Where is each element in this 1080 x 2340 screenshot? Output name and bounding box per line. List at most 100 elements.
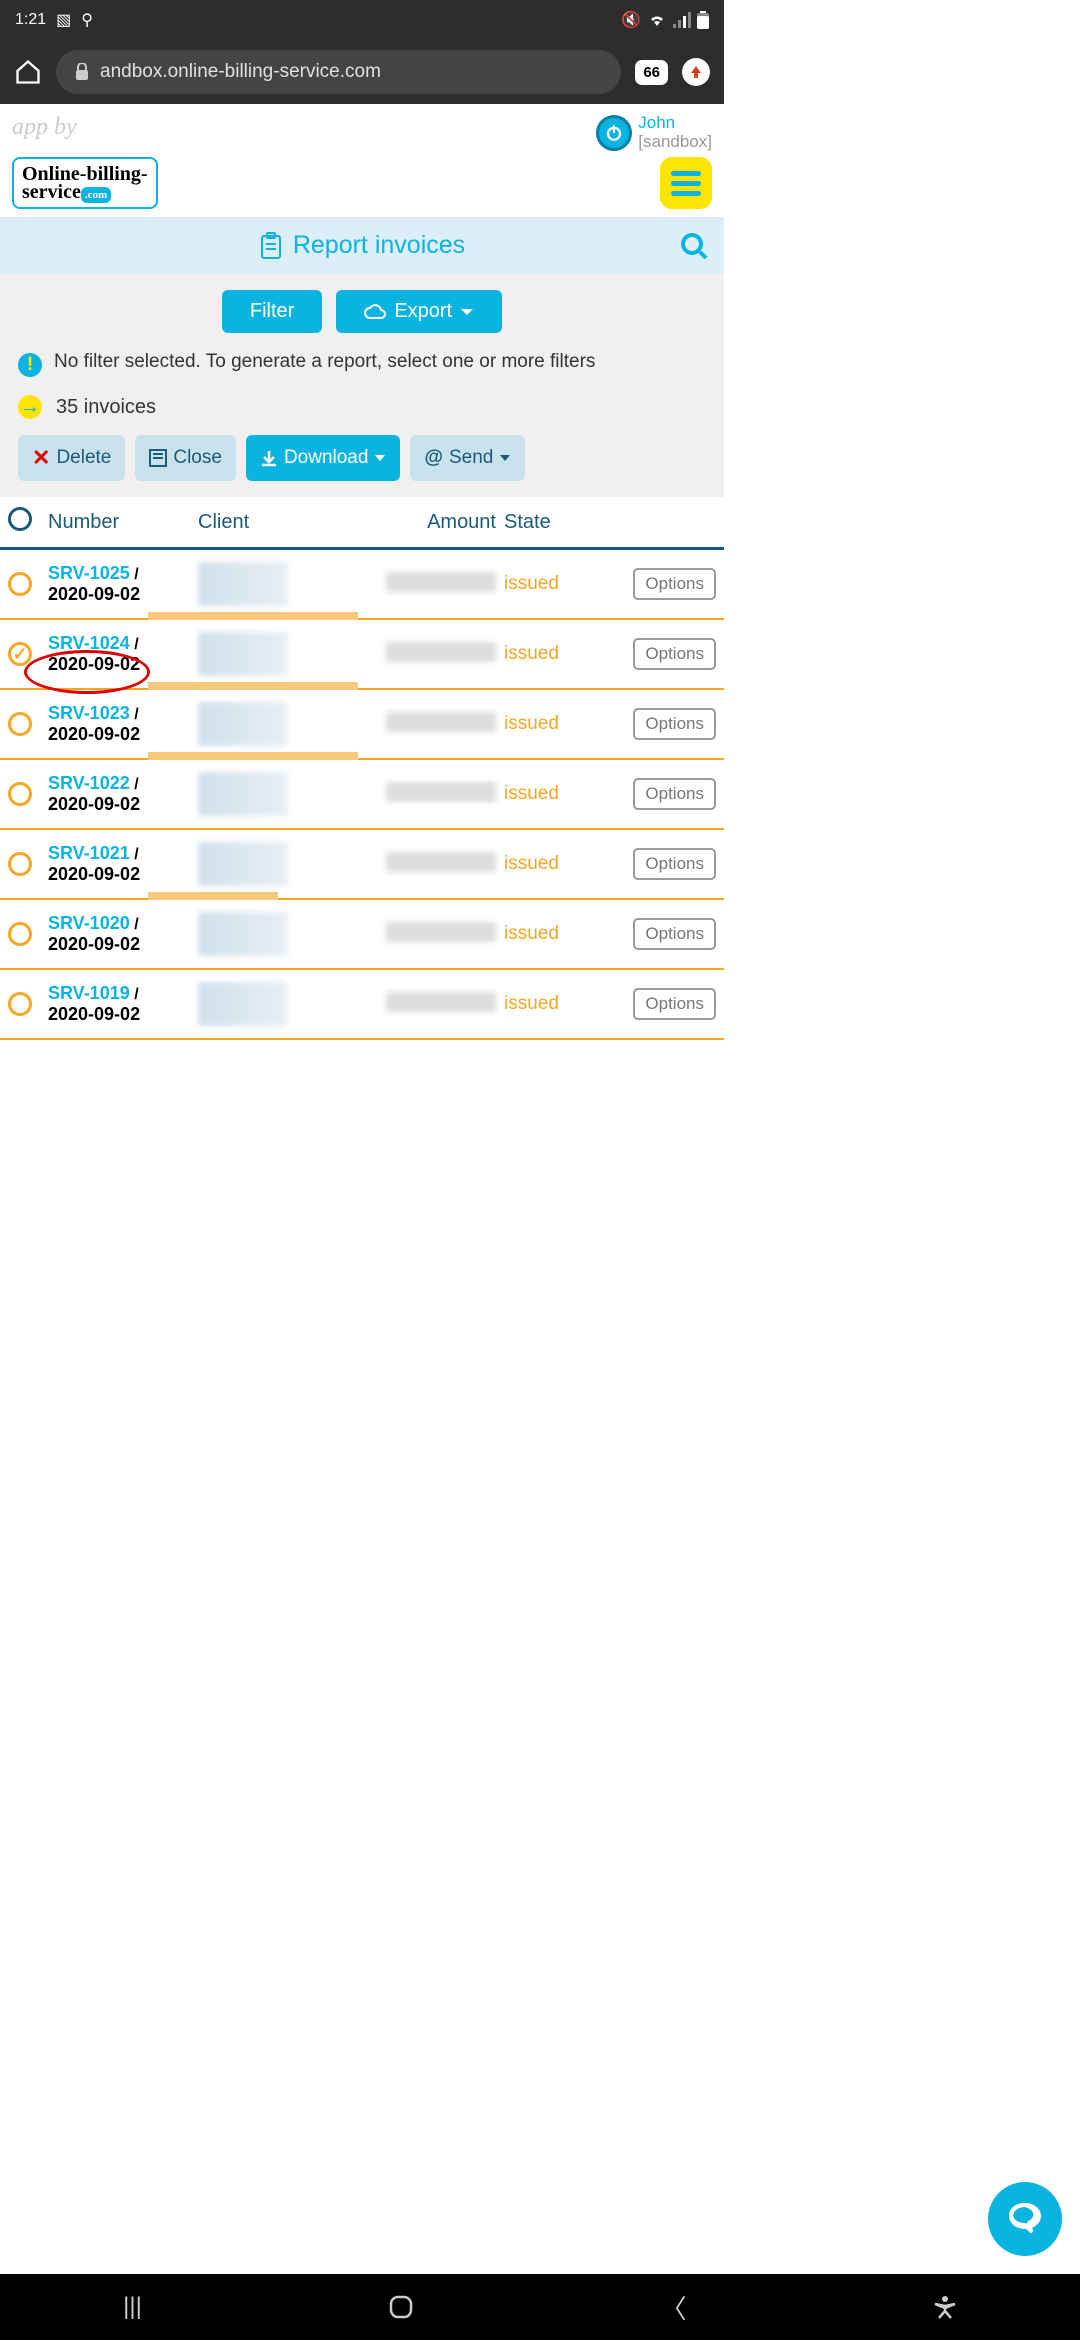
row-checkbox[interactable]	[8, 922, 32, 946]
invoice-number[interactable]: SRV-1025	[48, 563, 130, 583]
cloud-icon	[364, 304, 386, 320]
state-value: issued	[504, 713, 559, 734]
content-area: Filter Export ! No filter selected. To g…	[0, 274, 724, 497]
amount-value	[386, 642, 496, 662]
chevron-down-icon	[460, 307, 474, 317]
row-checkbox[interactable]	[8, 992, 32, 1016]
url-bar[interactable]: andbox.online-billing-service.com	[56, 50, 621, 94]
export-button[interactable]: Export	[336, 290, 502, 333]
download-icon	[260, 449, 278, 467]
x-icon: ✕	[32, 445, 50, 471]
browser-chrome: andbox.online-billing-service.com 66	[0, 40, 724, 104]
state-value: issued	[504, 993, 559, 1014]
table-row[interactable]: SRV-1021 / 2020-09-02 issued Options	[0, 830, 724, 900]
options-button[interactable]: Options	[633, 988, 716, 1020]
invoice-number[interactable]: SRV-1023	[48, 703, 130, 723]
accessibility-button[interactable]	[933, 2295, 957, 2319]
delete-button[interactable]: ✕ Delete	[18, 435, 125, 481]
col-number[interactable]: Number	[48, 511, 198, 534]
amount-value	[386, 852, 496, 872]
table-row[interactable]: SRV-1019 / 2020-09-02 issued Options	[0, 970, 724, 1040]
col-state[interactable]: State	[504, 511, 594, 534]
info-icon: !	[18, 353, 42, 377]
user-env: [sandbox]	[638, 133, 712, 152]
invoice-date: 2020-09-02	[48, 794, 140, 814]
options-button[interactable]: Options	[633, 708, 716, 740]
invoice-number[interactable]: SRV-1020	[48, 913, 130, 933]
recents-button[interactable]: |||	[123, 2293, 142, 2321]
filter-info: ! No filter selected. To generate a repo…	[18, 351, 706, 377]
table-row[interactable]: SRV-1025 / 2020-09-02 issued Options	[0, 550, 724, 620]
client-name	[198, 632, 288, 676]
menu-button[interactable]	[660, 157, 712, 209]
state-value: issued	[504, 853, 559, 874]
invoice-date: 2020-09-02	[48, 654, 140, 674]
search-icon[interactable]	[680, 232, 708, 260]
options-button[interactable]: Options	[633, 848, 716, 880]
page-title-bar: Report invoices	[0, 217, 724, 274]
invoice-date: 2020-09-02	[48, 1004, 140, 1024]
row-checkbox[interactable]	[8, 572, 32, 596]
invoice-number[interactable]: SRV-1022	[48, 773, 130, 793]
invoice-number[interactable]: SRV-1024	[48, 633, 130, 653]
progress-bar	[148, 682, 358, 690]
status-bar: 1:21 ▧ ⚲ 🔇	[0, 0, 724, 40]
state-value: issued	[504, 923, 559, 944]
options-button[interactable]: Options	[633, 918, 716, 950]
table-row[interactable]: SRV-1022 / 2020-09-02 issued Options	[0, 760, 724, 830]
row-checkbox[interactable]	[8, 642, 32, 666]
battery-icon	[697, 11, 709, 29]
amount-value	[386, 782, 496, 802]
state-value: issued	[504, 573, 559, 594]
client-name	[198, 562, 288, 606]
at-icon: @	[424, 447, 443, 469]
table-row[interactable]: SRV-1024 / 2020-09-02 issued Options	[0, 620, 724, 690]
client-name	[198, 982, 288, 1026]
chevron-down-icon	[374, 454, 386, 462]
row-checkbox[interactable]	[8, 852, 32, 876]
table-row[interactable]: SRV-1023 / 2020-09-02 issued Options	[0, 690, 724, 760]
close-button[interactable]: Close	[135, 435, 236, 481]
progress-bar	[148, 892, 278, 900]
table-header: Number Client Amount State	[0, 497, 724, 550]
url-text: andbox.online-billing-service.com	[100, 61, 381, 83]
client-name	[198, 842, 288, 886]
row-checkbox[interactable]	[8, 712, 32, 736]
amount-value	[386, 572, 496, 592]
col-client[interactable]: Client	[198, 511, 354, 534]
android-nav: ||| 〈	[0, 2274, 1080, 2340]
back-button[interactable]: 〈	[660, 2289, 686, 2326]
filter-button[interactable]: Filter	[222, 290, 322, 333]
logo[interactable]: Online-billing- service.com	[12, 157, 158, 209]
download-button[interactable]: Download	[246, 435, 401, 481]
chat-fab[interactable]	[988, 2182, 1062, 2256]
col-amount[interactable]: Amount	[354, 511, 504, 534]
clipboard-icon	[259, 232, 283, 260]
app-by-label: app by	[12, 114, 77, 141]
page-title: Report invoices	[293, 231, 465, 260]
wifi-icon	[647, 12, 667, 28]
invoice-date: 2020-09-02	[48, 934, 140, 954]
client-name	[198, 912, 288, 956]
arrow-right-icon: →	[18, 395, 42, 419]
send-button[interactable]: @ Send	[410, 435, 525, 481]
amount-value	[386, 992, 496, 1012]
archive-icon	[149, 449, 167, 467]
count-row: → 35 invoices	[18, 395, 706, 419]
home-icon[interactable]	[14, 58, 42, 86]
options-button[interactable]: Options	[633, 778, 716, 810]
state-value: issued	[504, 643, 559, 664]
home-button[interactable]	[388, 2294, 414, 2320]
invoice-number[interactable]: SRV-1019	[48, 983, 130, 1003]
options-button[interactable]: Options	[633, 638, 716, 670]
user-name: John	[638, 114, 712, 133]
select-all-checkbox[interactable]	[8, 507, 32, 531]
table-row[interactable]: SRV-1020 / 2020-09-02 issued Options	[0, 900, 724, 970]
tab-count[interactable]: 66	[635, 60, 668, 85]
mute-icon: 🔇	[621, 10, 641, 30]
user-badge[interactable]: John [sandbox]	[596, 114, 712, 151]
update-icon[interactable]	[682, 58, 710, 86]
options-button[interactable]: Options	[633, 568, 716, 600]
invoice-number[interactable]: SRV-1021	[48, 843, 130, 863]
row-checkbox[interactable]	[8, 782, 32, 806]
